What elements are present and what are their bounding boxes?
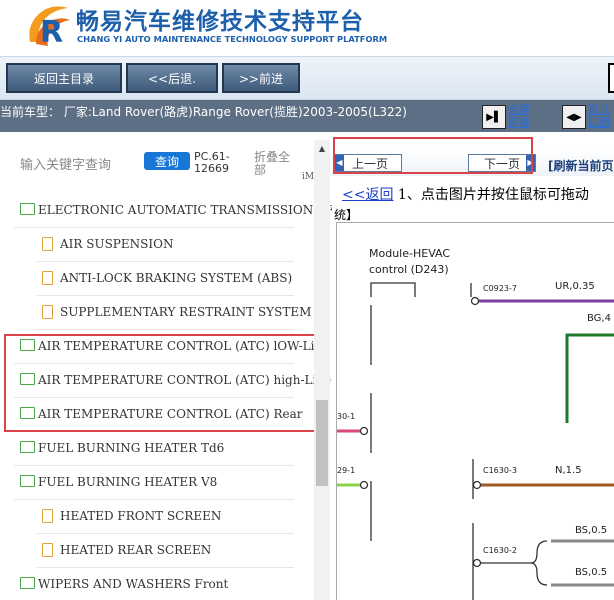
wire-n: N,1.5 <box>555 465 582 476</box>
folder-icon <box>20 203 35 215</box>
tree-doc-item[interactable]: AIR SUSPENSION <box>0 228 314 262</box>
document-icon <box>42 237 53 251</box>
connector-c1630-3: C1630-3 <box>483 466 517 475</box>
tree-item-label: WIPERS AND WASHERS Front <box>38 577 229 591</box>
tree-folder-item[interactable]: ELECTRONIC AUTOMATIC TRANSMISSION ZF <box>0 194 334 228</box>
tree-doc-item[interactable]: ANTI-LOCK BRAKING SYSTEM (ABS) <box>0 262 314 296</box>
brand-logo-icon: R <box>29 6 70 50</box>
folder-icon <box>20 441 35 453</box>
tree-item-label: SUPPLEMENTARY RESTRAINT SYSTEM <box>60 305 312 319</box>
fullscreen-menu-button[interactable]: ▶▌ <box>482 105 506 129</box>
collapse-all-button[interactable]: 折叠全 部 <box>254 151 290 177</box>
instruction-continuation: 统】 <box>334 208 359 222</box>
document-icon <box>42 305 53 319</box>
module-label-2: control (D243) <box>369 263 449 276</box>
refresh-page-link[interactable]: [刷新当前页 <box>548 157 614 174</box>
split-view-icon: ◀▶ <box>566 111 582 123</box>
connector-29: 29-1 <box>337 466 355 475</box>
default-view-button[interactable]: ◀▶ <box>562 105 586 129</box>
fullscreen-menu-link[interactable]: 全屏 菜单 <box>508 103 530 129</box>
instruction-text: 1、点击图片并按住鼠标可拖动 <box>397 187 589 203</box>
wire-ur: UR,0.35 <box>555 281 595 292</box>
default-view-link[interactable]: 默认 视图 <box>588 103 610 129</box>
forward-button[interactable]: >>前进 <box>222 63 300 93</box>
tree-item-label: HEATED REAR SCREEN <box>60 543 212 557</box>
connector-30: 30-1 <box>337 412 355 421</box>
app-header: R 畅易汽车维修技术支持平台 CHANG YI AUTO MAINTENANCE… <box>0 0 614 56</box>
truncated-text: iM <box>302 172 315 182</box>
current-vehicle-text: 当前车型： 厂家:Land Rover(路虎)Range Rover(揽胜)20… <box>0 105 407 119</box>
scroll-thumb[interactable] <box>316 400 328 486</box>
tree-folder-item[interactable]: FUEL BURNING HEATER Td6 <box>0 432 314 466</box>
nav-toolbar: 返回主目录 <<后退. >>前进 <box>0 56 614 100</box>
folder-icon <box>20 577 35 589</box>
module-label: Module-HEVAC <box>369 247 450 260</box>
wiring-diagram-svg[interactable]: Module-HEVAC control (D243) C0923-7 UR,0… <box>337 223 614 600</box>
home-button[interactable]: 返回主目录 <box>6 63 122 93</box>
connector-c0923: C0923-7 <box>483 284 517 293</box>
highlight-box-atc <box>4 334 319 432</box>
tree-item-label: AIR SUSPENSION <box>60 237 174 251</box>
wire-bg: BG,4 <box>587 313 611 324</box>
tree-item-label: ANTI-LOCK BRAKING SYSTEM (ABS) <box>60 271 293 285</box>
document-icon <box>42 543 53 557</box>
search-input[interactable] <box>12 150 142 172</box>
panel-arrow-icon: ▶▌ <box>486 111 502 123</box>
tree-item-label: FUEL BURNING HEATER V8 <box>38 475 218 489</box>
tree-item-label: ELECTRONIC AUTOMATIC TRANSMISSION ZF <box>38 203 334 217</box>
scroll-up-arrow-icon[interactable]: ▲ <box>314 140 330 156</box>
pc-code: PC.61- 12669 <box>194 150 230 175</box>
wire-bs-2: BS,0.5 <box>575 567 607 578</box>
tree-doc-item[interactable]: HEATED FRONT SCREEN <box>0 500 314 534</box>
tree-item-label: FUEL BURNING HEATER Td6 <box>38 441 225 455</box>
brand-title: 畅易汽车维修技术支持平台 <box>76 9 364 35</box>
highlight-box-pager <box>333 137 533 174</box>
folder-icon <box>20 475 35 487</box>
wire-bs-1: BS,0.5 <box>575 525 607 536</box>
brand-subtitle: CHANG YI AUTO MAINTENANCE TECHNOLOGY SUP… <box>77 34 388 44</box>
document-icon <box>42 271 53 285</box>
vehicle-infobar: 当前车型： 厂家:Land Rover(路虎)Range Rover(揽胜)20… <box>0 100 614 132</box>
tree-folder-item[interactable]: FUEL BURNING HEATER V8 <box>0 466 314 500</box>
return-link[interactable]: <<返回 <box>342 187 393 203</box>
connector-c1630-2: C1630-2 <box>483 546 517 555</box>
instruction-line: <<返回 1、点击图片并按住鼠标可拖动 <box>342 184 589 204</box>
tree-folder-item[interactable]: WIPERS AND WASHERS Front <box>0 568 314 600</box>
content-panel: ◀ 上一页 下一页 ▶ [刷新当前页 <<返回 1、点击图片并按住鼠标可拖动 统… <box>332 140 614 600</box>
tree-doc-item[interactable]: SUPPLEMENTARY RESTRAINT SYSTEM <box>0 296 314 330</box>
back-button[interactable]: <<后退. <box>126 63 218 93</box>
tree-doc-item[interactable]: HEATED REAR SCREEN <box>0 534 314 568</box>
tree-item-label: HEATED FRONT SCREEN <box>60 509 222 523</box>
toolbar-overflow-button[interactable] <box>608 63 614 93</box>
search-button[interactable]: 查询 <box>144 152 190 170</box>
tree-scrollbar[interactable]: ▲ <box>314 140 330 600</box>
wiring-diagram[interactable]: Module-HEVAC control (D243) C0923-7 UR,0… <box>336 222 614 600</box>
svg-text:R: R <box>40 15 63 50</box>
document-icon <box>42 509 53 523</box>
